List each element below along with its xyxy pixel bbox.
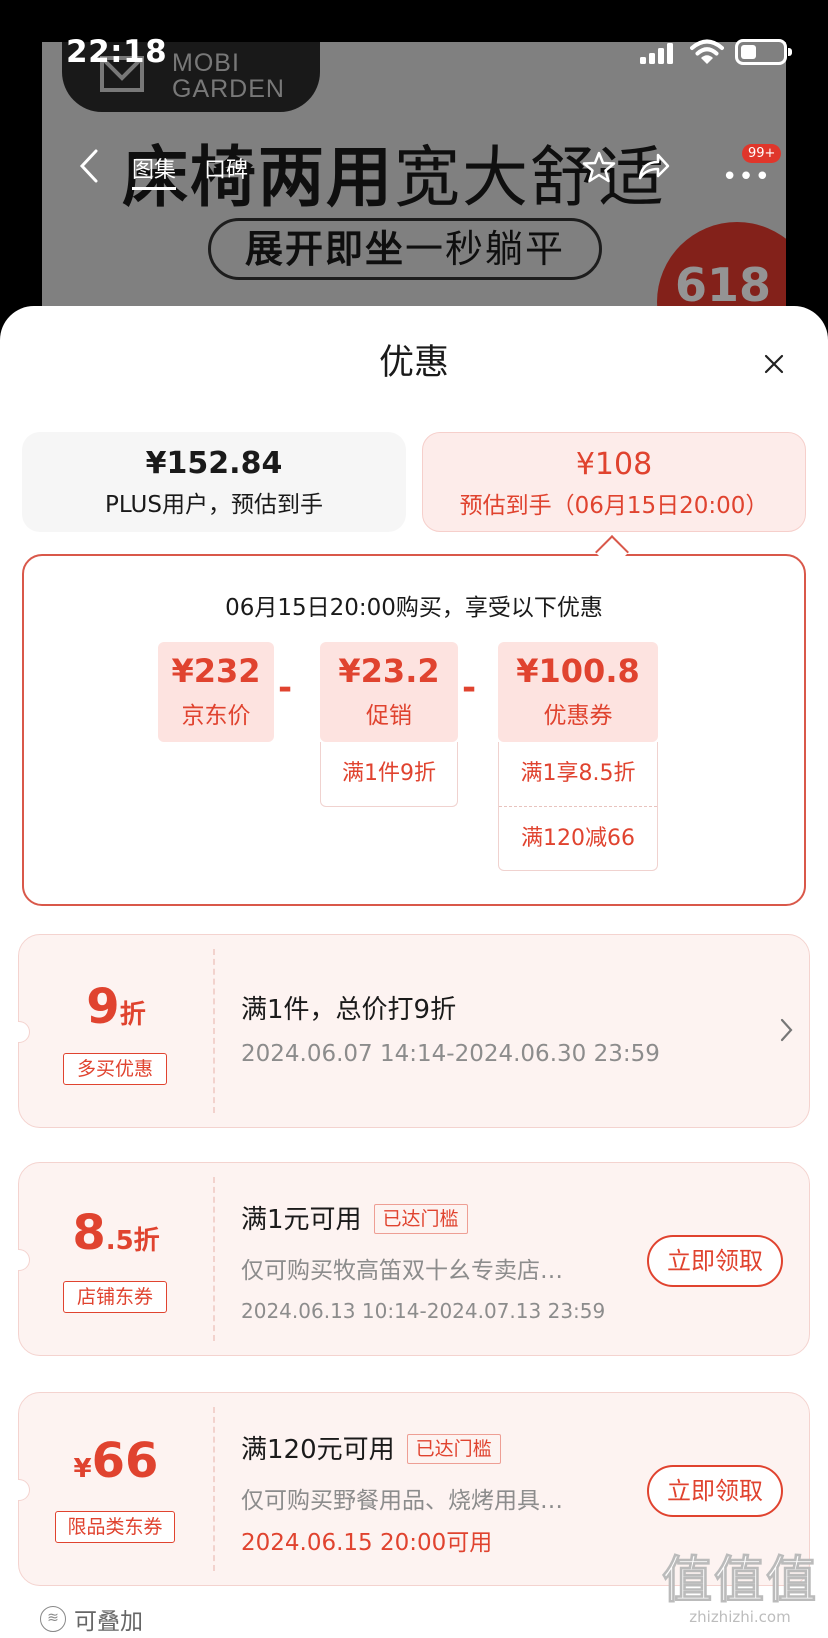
back-icon[interactable] [78,148,100,184]
card-divider [213,949,215,1113]
sheet-title: 优惠 [378,343,449,383]
jd-price-card: ¥232 京东价 [158,642,274,742]
coupon-card: ¥100.8 优惠券 [498,642,658,742]
promo-tag: 店铺东券 [63,1281,167,1313]
share-icon[interactable] [636,150,670,184]
status-time: 22:18 [66,34,168,70]
discount-value: 9折 [86,979,146,1035]
tab-gallery[interactable]: 图集 [132,152,177,190]
battery-icon [735,39,792,65]
card-divider [213,1407,215,1571]
estimated-price: ¥108 [575,447,653,482]
claim-button[interactable]: 立即领取 [647,1465,783,1517]
minus-sign: - [462,668,477,708]
plus-price-desc: PLUS用户，预估到手 [105,492,323,518]
promotions-sheet: 优惠 ¥152.84 PLUS用户，预估到手 ¥108 预估到手（06月15日2… [0,306,828,1638]
promotion-card: ¥23.2 促销 [320,642,458,742]
discount-value: ¥66 [73,1433,159,1489]
minus-sign: - [278,668,293,708]
plus-price: ¥152.84 [145,446,283,481]
close-icon[interactable] [756,346,792,382]
promo-date: 2024.06.07 14:14-2024.06.30 23:59 [241,1041,660,1067]
promo-title: 满120元可用 已达门槛 [241,1429,501,1466]
coupon-detail: 满1享8.5折 满120减66 [498,742,658,871]
product-nav-tabs: 图集 口碑 [132,152,248,190]
promo-tag: 限品类东券 [55,1511,175,1543]
promo-title: 满1元可用 已达门槛 [241,1199,468,1236]
card-divider [213,1177,215,1341]
promotion-detail: 满1件9折 [320,742,458,807]
star-icon[interactable] [582,150,616,184]
chevron-right-icon[interactable] [779,1017,795,1043]
status-bar: 22:18 [0,0,828,104]
wifi-icon [690,39,724,64]
price-breakdown: 06月15日20:00购买，享受以下优惠 ¥232 京东价 - ¥23.2 促销… [22,554,806,906]
signal-icon [640,42,674,64]
message-count-badge: 99+ [742,144,782,163]
stackable-hint: ≋ 可叠加 [40,1602,143,1636]
tab-reviews[interactable]: 口碑 [204,152,248,190]
promo-date: 2024.06.15 20:00可用 [241,1530,493,1556]
watermark: 值值值 zhizhizhi.com [662,1551,818,1627]
promo-title: 满1件，总价打9折 [241,995,457,1025]
promo-date: 2024.06.13 10:14-2024.07.13 23:59 [241,1299,606,1323]
price-tab-plus[interactable]: ¥152.84 PLUS用户，预估到手 [22,432,406,532]
more-icon[interactable]: ••• [722,162,771,192]
threshold-reached-badge: 已达门槛 [373,1204,468,1234]
threshold-reached-badge: 已达门槛 [406,1434,501,1464]
promo-card-store-coupon: 8.5折 店铺东券 满1元可用 已达门槛 仅可购买牧高笛双十幺专卖店… 2024.… [18,1162,810,1356]
promo-card-multibuy[interactable]: 9折 多买优惠 满1件，总价打9折 2024.06.07 14:14-2024.… [18,934,810,1128]
price-tab-estimated[interactable]: ¥108 预估到手（06月15日20:00） [422,432,806,532]
estimated-price-desc: 预估到手（06月15日20:00） [459,493,769,519]
promo-tag: 多买优惠 [63,1053,167,1085]
claim-button[interactable]: 立即领取 [647,1235,783,1287]
discount-value: 8.5折 [72,1205,160,1261]
breakdown-title: 06月15日20:00购买，享受以下优惠 [225,595,603,621]
promo-desc: 仅可购买野餐用品、烧烤用具… [241,1488,563,1514]
promo-desc: 仅可购买牧高笛双十幺专卖店… [241,1258,563,1284]
stack-icon: ≋ [40,1606,66,1632]
